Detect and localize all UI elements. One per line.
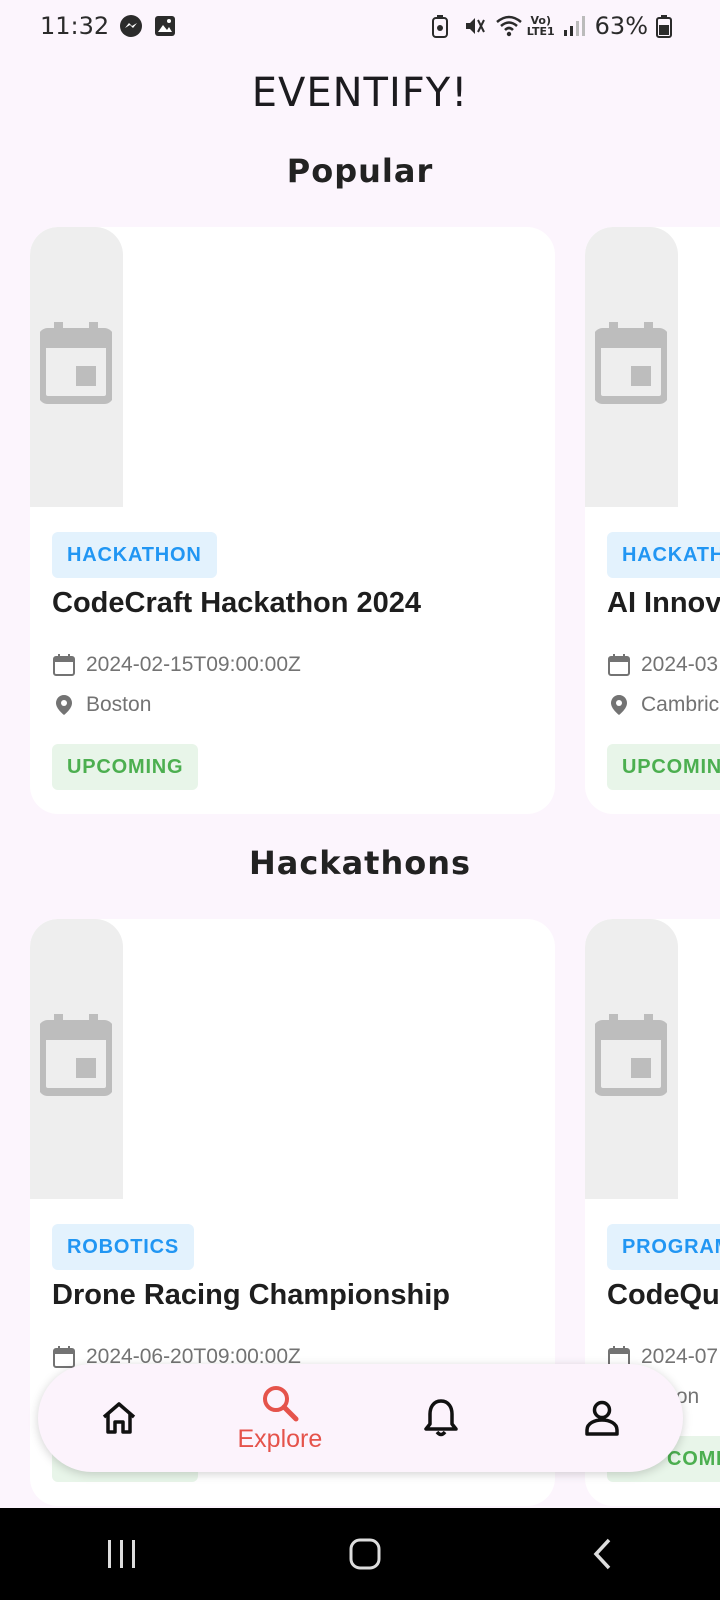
calendar-icon — [595, 1014, 667, 1096]
home-icon — [102, 1402, 135, 1434]
event-location: Cambric — [641, 693, 720, 716]
wifi-icon — [495, 14, 522, 38]
location-pin-icon — [611, 695, 627, 715]
system-nav-bar — [0, 1508, 720, 1600]
category-chip: HACKATHON — [52, 532, 217, 578]
event-date: 2024-02-15T09:00:00Z — [86, 653, 301, 676]
event-card[interactable]: HACKATHON CodeCraft Hackathon 2024 2024-… — [30, 227, 555, 814]
calendar-icon — [40, 1014, 112, 1096]
status-bar-right: Vo) LTE1 63% — [431, 12, 680, 40]
calendar-icon — [40, 322, 112, 404]
messenger-icon — [119, 14, 143, 38]
calendar-icon — [53, 1346, 75, 1368]
event-image-placeholder — [30, 227, 123, 507]
event-date-row: 2024-02-15T09:00:00Z — [52, 653, 301, 677]
section-title-hackathons: Hackathons — [248, 844, 472, 882]
event-date: 2024-03 — [641, 653, 719, 676]
battery-percent: 63% — [594, 12, 648, 40]
event-title: CodeQu — [607, 1279, 720, 1311]
status-time: 11:32 — [40, 12, 110, 40]
nav-explore-label: Explore — [237, 1424, 323, 1453]
event-location-row: Boston — [52, 693, 151, 717]
status-bar-left: 11:32 — [40, 12, 177, 40]
search-icon — [262, 1385, 299, 1421]
event-date: 2024-07 — [641, 1345, 719, 1368]
nav-notifications[interactable] — [376, 1368, 506, 1468]
category-chip: PROGRAM — [607, 1224, 720, 1270]
event-card[interactable]: HACKATH AI Innov 2024-03 Cambric UPCOMIN — [585, 227, 720, 814]
home-button-icon[interactable] — [348, 1537, 382, 1571]
nav-home[interactable] — [54, 1368, 184, 1468]
event-image-placeholder — [585, 227, 678, 507]
back-icon[interactable] — [591, 1537, 615, 1571]
location-pin-icon — [56, 695, 72, 715]
bottom-nav: Explore — [38, 1364, 683, 1472]
event-location-row: Cambric — [607, 693, 719, 717]
nav-explore[interactable]: Explore — [215, 1368, 345, 1468]
calendar-icon — [53, 654, 75, 676]
signal-icon — [563, 14, 587, 38]
status-chip: UPCOMIN — [607, 744, 720, 790]
bell-icon — [424, 1399, 458, 1437]
app-title: EVENTIFY! — [251, 70, 469, 116]
event-image-placeholder — [585, 919, 678, 1199]
battery-icon — [656, 14, 680, 38]
section-title-popular: Popular — [286, 152, 434, 190]
event-title: Drone Racing Championship — [52, 1279, 450, 1311]
battery-saver-icon — [431, 14, 455, 38]
mute-icon — [463, 14, 487, 38]
category-chip: HACKATH — [607, 532, 720, 578]
event-location: Boston — [86, 693, 152, 716]
gallery-icon — [153, 14, 177, 38]
volte-icon: Vo) LTE1 — [526, 14, 555, 38]
calendar-icon — [595, 322, 667, 404]
event-date-row: 2024-03 — [607, 653, 718, 677]
status-chip: UPCOMING — [52, 744, 199, 790]
category-chip: ROBOTICS — [52, 1224, 194, 1270]
person-icon — [585, 1400, 620, 1436]
status-bar: 11:32 Vo) LTE1 63% — [0, 0, 720, 52]
event-title: CodeCraft Hackathon 2024 — [52, 587, 422, 619]
nav-profile[interactable] — [537, 1368, 667, 1468]
event-image-placeholder — [30, 919, 123, 1199]
event-title: AI Innov — [607, 587, 720, 619]
popular-carousel[interactable]: HACKATHON CodeCraft Hackathon 2024 2024-… — [0, 227, 720, 817]
recent-apps-icon[interactable] — [105, 1538, 139, 1570]
calendar-icon — [608, 654, 630, 676]
